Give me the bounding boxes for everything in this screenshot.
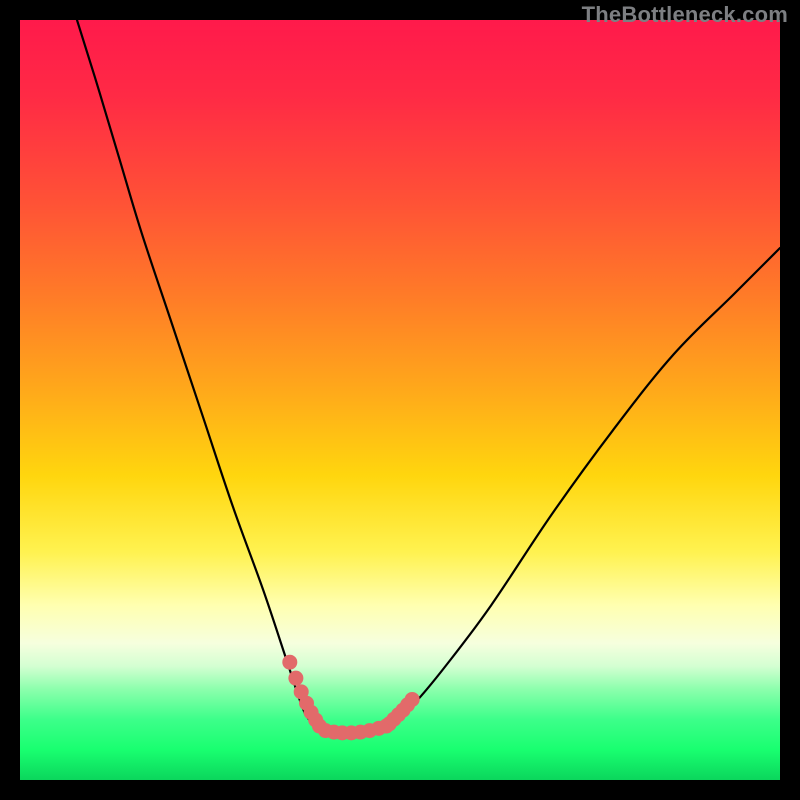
chart-frame: TheBottleneck.com: [0, 0, 800, 800]
left-curve: [77, 20, 320, 728]
marker-dot: [282, 655, 297, 670]
marker-dot: [288, 671, 303, 686]
marker-group: [282, 655, 419, 741]
curve-group: [77, 20, 780, 733]
marker-dot: [405, 692, 420, 707]
chart-svg: [20, 20, 780, 780]
right-curve: [389, 248, 780, 727]
watermark-text: TheBottleneck.com: [582, 2, 788, 28]
